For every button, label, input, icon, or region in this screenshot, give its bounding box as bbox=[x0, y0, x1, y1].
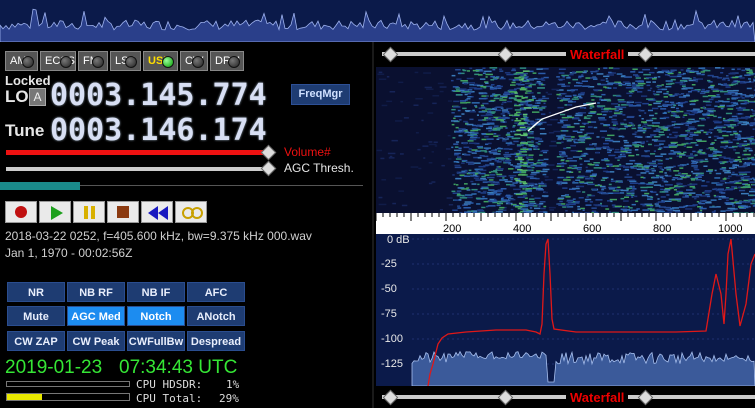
waterfall-slider-handle-1[interactable] bbox=[382, 46, 399, 63]
waterfall-bottom-handle-2[interactable] bbox=[497, 389, 514, 406]
cpu-hdsdr-bar bbox=[6, 381, 130, 387]
cpu-hdsdr-value: 1% bbox=[226, 378, 240, 391]
rewind-button[interactable] bbox=[141, 201, 173, 223]
mode-led-icon bbox=[228, 56, 240, 68]
volume-slider[interactable] bbox=[6, 150, 268, 155]
cpu-hdsdr-label: CPU HDSDR: bbox=[136, 378, 203, 391]
tune-frequency-display[interactable]: 0003.146.174 bbox=[50, 113, 267, 148]
waterfall-graphic bbox=[376, 67, 755, 215]
waterfall-bottom-handle-3[interactable] bbox=[637, 389, 654, 406]
mode-button-ecss[interactable]: ECSS bbox=[40, 51, 76, 71]
dsp-button-cw-zap[interactable]: CW ZAP bbox=[7, 331, 65, 351]
dsp-button-mute[interactable]: Mute bbox=[7, 306, 65, 326]
mode-led-icon bbox=[162, 56, 174, 68]
agc-threshold-slider[interactable] bbox=[6, 167, 268, 171]
pause-button[interactable] bbox=[73, 201, 105, 223]
stop-button[interactable] bbox=[107, 201, 139, 223]
loop-icon-part bbox=[191, 207, 203, 219]
mode-button-cw[interactable]: CW bbox=[180, 51, 208, 71]
waterfall-top-label: Waterfall bbox=[570, 47, 625, 62]
top-spectrum-graph bbox=[0, 0, 755, 42]
dsp-button-nb-if[interactable]: NB IF bbox=[127, 282, 185, 302]
db-tick-label: -25 bbox=[381, 258, 397, 270]
dsp-button-agc-med[interactable]: AGC Med bbox=[67, 306, 125, 326]
db-tick-label: -75 bbox=[381, 308, 397, 320]
mode-button-usb[interactable]: USB bbox=[143, 51, 178, 71]
recording-file-time: Jan 1, 1970 - 00:02:56Z bbox=[5, 246, 133, 260]
rewind-icon bbox=[148, 206, 158, 220]
locked-label: Locked bbox=[5, 73, 51, 88]
freqmgr-button[interactable]: FreqMgr bbox=[291, 84, 350, 105]
frequency-axis-ticks bbox=[375, 213, 755, 221]
rewind-icon-part bbox=[158, 206, 168, 220]
mode-led-icon bbox=[60, 56, 72, 68]
dsp-button-cw-peak[interactable]: CW Peak bbox=[67, 331, 125, 351]
waterfall-bottom-handle-1[interactable] bbox=[382, 389, 399, 406]
mode-button-lsb[interactable]: LSB bbox=[110, 51, 141, 71]
play-icon bbox=[51, 206, 63, 220]
signal-level-bar bbox=[0, 182, 80, 190]
agc-threshold-label: AGC Thresh. bbox=[284, 161, 354, 175]
clock-time: 07:34:43 UTC bbox=[119, 357, 238, 378]
dsp-button-cwfullbw[interactable]: CWFullBw bbox=[127, 331, 185, 351]
mode-button-am[interactable]: AM bbox=[5, 51, 38, 71]
top-spectrum-strip[interactable] bbox=[0, 0, 755, 42]
dsp-button-nb-rf[interactable]: NB RF bbox=[67, 282, 125, 302]
dsp-button-nr[interactable]: NR bbox=[7, 282, 65, 302]
cpu-total-bar-fill bbox=[7, 394, 43, 400]
pause-icon bbox=[84, 206, 88, 219]
panel-divider bbox=[372, 42, 374, 408]
waterfall-slider-handle-2[interactable] bbox=[497, 46, 514, 63]
mode-button-fm[interactable]: FM bbox=[78, 51, 108, 71]
dsp-button-despread[interactable]: Despread bbox=[187, 331, 245, 351]
record-icon bbox=[15, 206, 27, 218]
mode-led-icon bbox=[22, 56, 34, 68]
frequency-axis[interactable] bbox=[375, 213, 755, 234]
db-tick-label: -50 bbox=[381, 283, 397, 295]
mode-button-drm[interactable]: DRM bbox=[210, 51, 244, 71]
lo-label: LO bbox=[5, 87, 29, 106]
mode-led-icon bbox=[125, 56, 137, 68]
volume-label: Volume# bbox=[284, 145, 331, 159]
db-tick-label: 0 dB bbox=[387, 234, 410, 246]
dsp-button-anotch[interactable]: ANotch bbox=[187, 306, 245, 326]
tune-label: Tune bbox=[5, 121, 45, 140]
cpu-total-bar bbox=[6, 393, 130, 401]
record-button[interactable] bbox=[5, 201, 37, 223]
waterfall-slider-handle-3[interactable] bbox=[637, 46, 654, 63]
cpu-total-label: CPU Total: bbox=[136, 392, 203, 405]
lo-frequency-display[interactable]: 0003.145.774 bbox=[50, 78, 267, 113]
waterfall-bottom-label-box: Waterfall bbox=[566, 389, 629, 407]
waterfall-display[interactable] bbox=[376, 67, 755, 215]
dsp-button-notch[interactable]: Notch bbox=[127, 306, 185, 326]
mode-led-icon bbox=[92, 56, 104, 68]
mode-led-icon bbox=[192, 56, 204, 68]
db-tick-label: -125 bbox=[381, 358, 404, 370]
loop-button[interactable] bbox=[175, 201, 207, 223]
clock-date: 2019-01-23 bbox=[5, 357, 103, 378]
spectrum-display[interactable] bbox=[376, 234, 755, 387]
waterfall-top-label-box: Waterfall bbox=[566, 46, 629, 64]
play-button[interactable] bbox=[39, 201, 71, 223]
signal-level-track bbox=[80, 185, 363, 186]
stop-icon bbox=[117, 206, 129, 218]
waterfall-bottom-label: Waterfall bbox=[570, 390, 625, 405]
dsp-button-afc[interactable]: AFC bbox=[187, 282, 245, 302]
lo-lock-badge[interactable]: A bbox=[29, 88, 46, 106]
db-tick-label: -100 bbox=[381, 333, 404, 345]
recording-file-info: 2018-03-22 0252, f=405.600 kHz, bw=9.375… bbox=[5, 229, 312, 243]
spectrum-graphic bbox=[376, 234, 755, 387]
cpu-total-value: 29% bbox=[219, 392, 239, 405]
